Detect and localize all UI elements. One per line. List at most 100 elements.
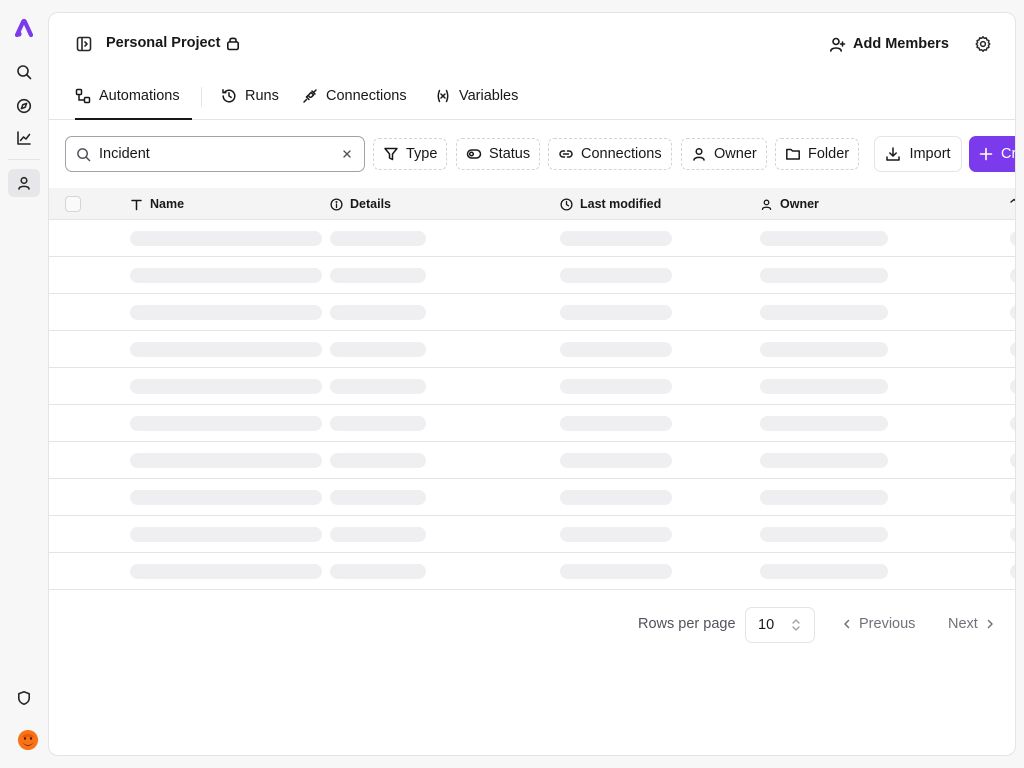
skeleton-placeholder [760, 527, 888, 542]
search-box [65, 136, 365, 172]
column-header-name-label: Name [150, 197, 185, 211]
import-button[interactable]: Import [874, 136, 962, 172]
skeleton-placeholder [560, 416, 672, 431]
filter-type-button[interactable]: Type [373, 138, 448, 170]
column-header-owner-label: Owner [780, 197, 819, 211]
skeleton-placeholder [130, 453, 322, 468]
filter-owner-button[interactable]: Owner [681, 138, 767, 170]
tab-bar: Automations Runs Connections Variables [49, 73, 1015, 120]
project-title-text: Personal Project [106, 35, 221, 51]
column-header-details-label: Details [350, 197, 391, 211]
skeleton-placeholder [130, 342, 322, 357]
automations-table: Name Details Last modified Owner [49, 188, 1015, 590]
page-header: Personal Project Add Members [49, 13, 1015, 73]
skeleton-placeholder [1010, 305, 1015, 320]
column-header-name[interactable]: Name [130, 188, 184, 220]
create-button[interactable]: Cr [969, 136, 1016, 172]
skeleton-placeholder [330, 453, 426, 468]
chevron-up-down-icon [790, 618, 802, 632]
skeleton-placeholder [760, 342, 888, 357]
chart-icon[interactable] [8, 124, 40, 152]
info-icon [330, 197, 343, 211]
skeleton-placeholder [130, 564, 322, 579]
shield-icon[interactable] [8, 684, 40, 712]
skeleton-placeholder [1010, 416, 1015, 431]
tab-automations[interactable]: Automations [75, 73, 192, 120]
tab-connections-label: Connections [326, 88, 407, 104]
app-logo-icon[interactable] [12, 16, 36, 40]
column-header-truncated[interactable] [1009, 188, 1015, 220]
skeleton-placeholder [1010, 490, 1015, 505]
skeleton-placeholder [1010, 231, 1015, 246]
skeleton-placeholder [560, 268, 672, 283]
skeleton-placeholder [330, 416, 426, 431]
rows-per-page-select[interactable]: 10 [745, 607, 815, 643]
previous-page-label: Previous [859, 616, 916, 632]
tab-connections[interactable]: Connections [302, 73, 407, 119]
column-header-last-modified[interactable]: Last modified [560, 188, 661, 220]
compass-icon[interactable] [8, 92, 40, 120]
column-header-details[interactable]: Details [330, 188, 391, 220]
filter-status-label: Status [489, 146, 531, 162]
filter-folder-button[interactable]: Folder [775, 138, 860, 170]
select-all-checkbox[interactable] [65, 196, 81, 212]
table-row [49, 294, 1015, 331]
table-row [49, 220, 1015, 257]
tab-runs[interactable]: Runs [221, 73, 279, 119]
skeleton-placeholder [1010, 453, 1015, 468]
folder-icon [785, 146, 801, 162]
variable-icon [435, 88, 451, 104]
next-page-label: Next [948, 616, 978, 632]
clear-search-icon[interactable] [340, 147, 354, 161]
avatar[interactable] [18, 730, 38, 750]
truncated-column-icon [1009, 198, 1015, 211]
filter-status-button[interactable]: Status [456, 138, 541, 170]
skeleton-placeholder [330, 564, 426, 579]
skeleton-placeholder [760, 416, 888, 431]
table-row [49, 331, 1015, 368]
skeleton-placeholder [1010, 342, 1015, 357]
project-title[interactable]: Personal Project [106, 35, 241, 51]
chevron-right-icon [984, 618, 996, 630]
skeleton-placeholder [130, 416, 322, 431]
filter-connections-button[interactable]: Connections [548, 138, 672, 170]
skeleton-placeholder [760, 268, 888, 283]
sidebar-toggle-icon[interactable] [75, 35, 93, 53]
skeleton-placeholder [760, 231, 888, 246]
create-label: Cr [1001, 146, 1016, 162]
search-icon[interactable] [8, 58, 40, 86]
search-input[interactable] [99, 146, 329, 162]
skeleton-placeholder [1010, 564, 1015, 579]
skeleton-placeholder [760, 490, 888, 505]
toggle-icon [466, 146, 482, 162]
filter-type-label: Type [406, 146, 438, 162]
table-body [49, 220, 1015, 590]
skeleton-placeholder [130, 231, 322, 246]
table-row [49, 553, 1015, 590]
toolbar: Type Status Connections Owner Folder [49, 136, 1015, 172]
add-members-button[interactable]: Add Members [829, 33, 949, 55]
gear-icon[interactable] [974, 35, 992, 53]
skeleton-placeholder [560, 342, 672, 357]
table-row [49, 405, 1015, 442]
filter-owner-label: Owner [714, 146, 757, 162]
skeleton-placeholder [560, 490, 672, 505]
user-icon[interactable] [8, 169, 40, 197]
user-icon [691, 146, 707, 162]
previous-page-button[interactable]: Previous [841, 616, 915, 632]
chevron-left-icon [841, 618, 853, 630]
rows-per-page-value: 10 [758, 617, 775, 633]
clock-icon [560, 197, 573, 211]
pagination: Rows per page 10 Previous Next [49, 607, 1015, 643]
skeleton-placeholder [130, 305, 322, 320]
skeleton-placeholder [560, 379, 672, 394]
history-icon [221, 88, 237, 104]
skeleton-placeholder [130, 379, 322, 394]
column-header-owner[interactable]: Owner [760, 188, 819, 220]
tab-variables[interactable]: Variables [435, 73, 518, 119]
user-icon [760, 198, 773, 211]
skeleton-placeholder [130, 527, 322, 542]
search-icon [76, 147, 91, 162]
link-icon [558, 146, 574, 162]
next-page-button[interactable]: Next [948, 616, 996, 632]
